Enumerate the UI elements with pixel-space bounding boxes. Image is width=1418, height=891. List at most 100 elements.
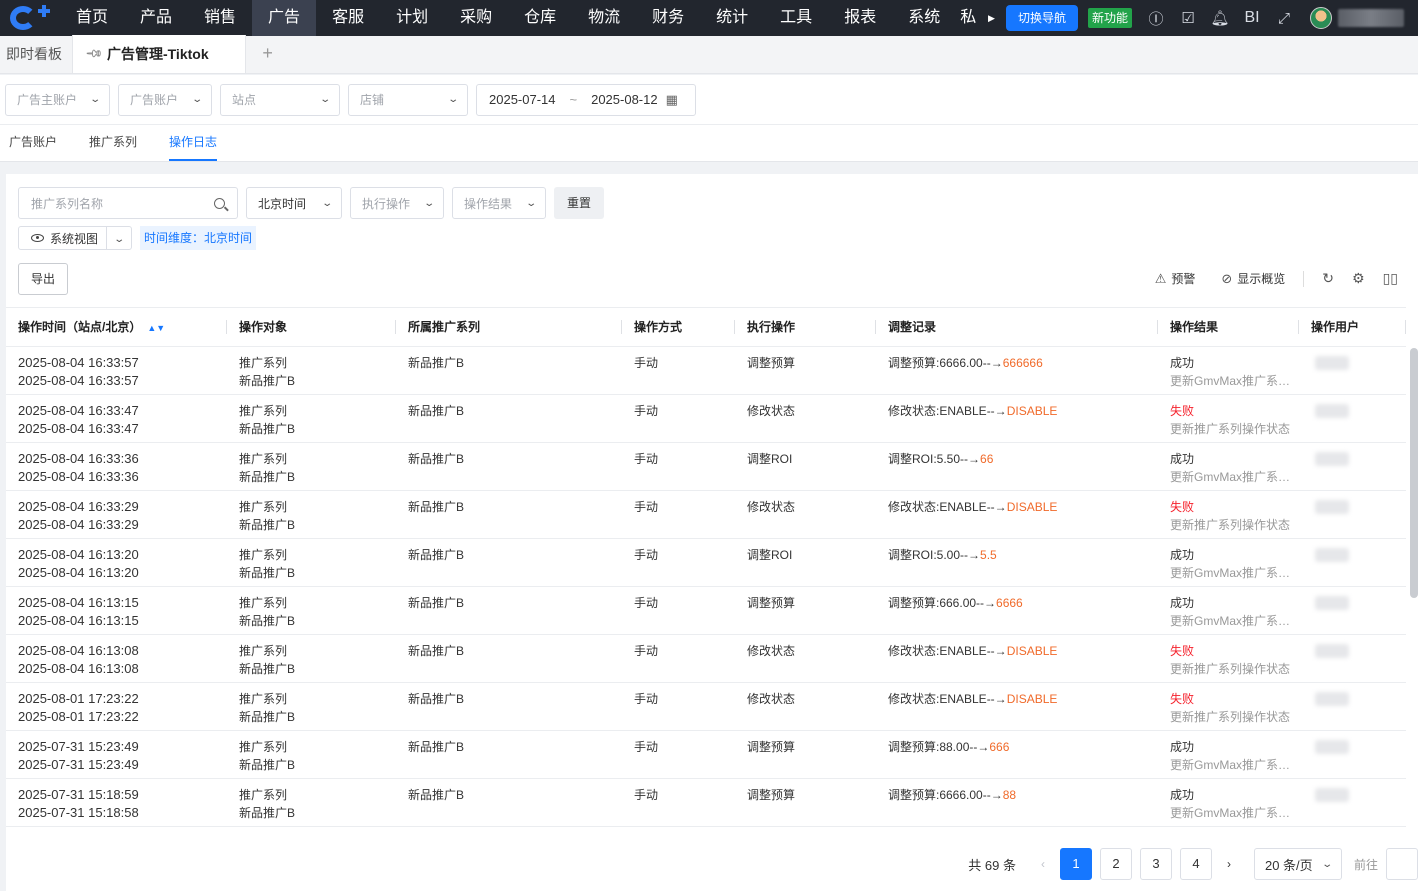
op-result-detail[interactable]: 更新GmvMax推广系列预算 xyxy=(1170,756,1299,774)
nav-item[interactable]: 物流 xyxy=(572,0,636,36)
ai-icon[interactable]: Ⓘ xyxy=(1140,0,1172,36)
date-range-picker[interactable]: 2025-07-14 ~ 2025-08-12 ▦ xyxy=(476,83,696,116)
tab-campaigns[interactable]: 推广系列 xyxy=(89,125,137,161)
vertical-scrollbar[interactable] xyxy=(1408,347,1418,827)
system-view-select[interactable]: 系统视图 ⌄ xyxy=(18,226,133,250)
new-value: 666 xyxy=(989,740,1010,754)
table-row[interactable]: 2025-08-04 16:13:08 2025-08-04 16:13:08 推广… xyxy=(6,635,1406,683)
table-row[interactable]: 2025-08-04 16:33:47 2025-08-04 16:33:47 推广… xyxy=(6,395,1406,443)
sort-icon[interactable]: ▲▼ xyxy=(147,323,165,333)
search-icon[interactable] xyxy=(214,197,225,209)
col-result[interactable]: 操作结果 xyxy=(1158,307,1299,347)
table-row[interactable]: 2025-07-31 15:23:49 2025-07-31 15:23:49 推广… xyxy=(6,731,1406,779)
refresh-icon[interactable]: ↻ xyxy=(1322,270,1334,287)
table-row[interactable]: 2025-08-04 16:33:29 2025-08-04 16:33:29 推广… xyxy=(6,491,1406,539)
table-row[interactable]: 2025-08-01 17:23:22 2025-08-01 17:23:22 推广… xyxy=(6,683,1406,731)
date-end[interactable]: 2025-08-12 xyxy=(591,92,658,107)
nav-item[interactable]: 财务 xyxy=(636,0,700,36)
prev-page-button[interactable]: ‹ xyxy=(1030,857,1056,871)
table-header: 操作时间（站点/北京） ▲▼ 操作对象 所属推广系列 操作方式 执行操作 调整记录… xyxy=(6,307,1406,347)
nav-item[interactable]: 计划 xyxy=(380,0,444,36)
nav-item[interactable]: 统计 xyxy=(700,0,764,36)
calendar-check-icon[interactable]: ☑ xyxy=(1172,0,1204,36)
nav-item[interactable]: 报表 xyxy=(828,0,892,36)
tab-operation-log[interactable]: 操作日志 xyxy=(169,125,218,161)
op-result-detail[interactable]: 更新推广系列操作状态 xyxy=(1170,420,1299,438)
app-logo[interactable] xyxy=(0,0,60,36)
page-button[interactable]: 1 xyxy=(1059,848,1092,880)
table-row[interactable]: 2025-07-31 15:18:59 2025-07-31 15:18:58 推广… xyxy=(6,779,1406,827)
tab-ad-management[interactable]: 📌︎ 广告管理-Tiktok xyxy=(72,35,246,73)
alarm-icon: ⚠︎ xyxy=(1154,270,1167,286)
table-row[interactable]: 2025-08-04 16:13:15 2025-08-04 16:13:15 推广… xyxy=(6,587,1406,635)
col-method[interactable]: 操作方式 xyxy=(622,307,735,347)
nav-item[interactable]: 广告 xyxy=(252,0,317,36)
store-select[interactable]: 店铺 ⌄ xyxy=(348,83,468,116)
table-row[interactable]: 2025-08-04 16:33:36 2025-08-04 16:33:36 推广… xyxy=(6,443,1406,491)
op-result-detail[interactable]: 更新GmvMax推广系列预算 xyxy=(1170,804,1299,822)
timezone-select[interactable]: 北京时间 ⌄ xyxy=(246,187,342,219)
nav-item[interactable]: 系统 xyxy=(892,0,956,36)
col-user[interactable]: 操作用户 xyxy=(1299,307,1406,347)
col-adjust-record[interactable]: 调整记录 xyxy=(876,307,1158,347)
fullscreen-icon[interactable]: ⤢ xyxy=(1268,0,1300,36)
add-tab-button[interactable]: + xyxy=(246,35,290,73)
page-button[interactable]: 3 xyxy=(1139,848,1172,880)
campaign-search-input[interactable]: 推广系列名称 xyxy=(18,187,238,219)
bell-icon[interactable]: 🔔︎ xyxy=(1204,0,1236,36)
nav-item[interactable]: 仓库 xyxy=(508,0,572,36)
table-row[interactable]: 2025-08-04 16:13:20 2025-08-04 16:13:20 推广… xyxy=(6,539,1406,587)
eye-off-icon: ⊘ xyxy=(1221,270,1233,286)
next-page-button[interactable]: › xyxy=(1216,857,1242,871)
op-result-detail[interactable]: 更新GmvMax推广系列预算 xyxy=(1170,612,1299,630)
op-result-detail[interactable]: 更新推广系列操作状态 xyxy=(1170,516,1299,534)
reset-button[interactable]: 重置 xyxy=(554,187,605,219)
nav-item[interactable]: 工具 xyxy=(764,0,828,36)
object-name: 新品推广B xyxy=(239,758,296,772)
col-op-time[interactable]: 操作时间（站点/北京） ▲▼ xyxy=(6,307,227,347)
nav-item[interactable]: 首页 xyxy=(60,0,124,36)
goto-page-input[interactable] xyxy=(1386,848,1418,880)
nav-item[interactable]: 客服 xyxy=(316,0,380,36)
op-result-select[interactable]: 操作结果 ⌄ xyxy=(452,187,546,219)
col-campaign[interactable]: 所属推广系列 xyxy=(396,307,622,347)
switch-nav-button[interactable]: 切换导航 xyxy=(1005,5,1078,31)
ad-account-select[interactable]: 广告账户 ⌄ xyxy=(118,83,212,116)
op-method: 手动 xyxy=(634,788,659,802)
page-size-select[interactable]: 20 条/页 ⌄ xyxy=(1253,848,1342,880)
col-op-object[interactable]: 操作对象 xyxy=(227,307,396,347)
alert-button[interactable]: ⚠︎ 预警 xyxy=(1155,270,1196,287)
nav-item[interactable]: 采购 xyxy=(444,0,508,36)
scrollbar-thumb[interactable] xyxy=(1410,348,1418,598)
show-overview-button[interactable]: ⊘ 显示概览 xyxy=(1221,270,1285,287)
avatar[interactable] xyxy=(1310,7,1332,29)
op-result-detail[interactable]: 更新推广系列操作状态 xyxy=(1170,708,1299,726)
op-result-detail[interactable]: 更新GmvMax推广系列预算 xyxy=(1170,372,1299,390)
settings-icon[interactable]: ⚙︎ xyxy=(1352,270,1365,287)
advertiser-select[interactable]: 广告主账户 ⌄ xyxy=(5,83,110,116)
page-button[interactable]: 2 xyxy=(1099,848,1132,880)
exec-op-select[interactable]: 执行操作 ⌄ xyxy=(350,187,444,219)
op-result-detail[interactable]: 更新GmvMax推广系列ROI xyxy=(1170,468,1299,486)
op-result-detail[interactable]: 更新推广系列操作状态 xyxy=(1170,660,1299,678)
nav-item[interactable]: 私 xyxy=(956,0,980,36)
nav-scroll-right-icon[interactable]: ▶ xyxy=(988,13,995,24)
adjust-record: 调整预算:666.00--→ xyxy=(888,596,997,610)
table-row[interactable]: 2025-08-04 16:33:57 2025-08-04 16:33:57 推广… xyxy=(6,347,1406,395)
op-result-detail[interactable]: 更新GmvMax推广系列ROI xyxy=(1170,564,1299,582)
adjust-record: 修改状态:ENABLE--→ xyxy=(888,692,1007,706)
book-icon[interactable]: ▯▯ xyxy=(1383,270,1398,287)
bi-link[interactable]: BI xyxy=(1236,0,1268,36)
nav-item[interactable]: 产品 xyxy=(124,0,188,36)
user-name-redacted[interactable] xyxy=(1338,9,1404,27)
date-start[interactable]: 2025-07-14 xyxy=(489,92,556,107)
page-button[interactable]: 4 xyxy=(1179,848,1212,880)
export-button[interactable]: 导出 xyxy=(18,263,68,295)
tab-ad-accounts[interactable]: 广告账户 xyxy=(9,125,57,161)
nav-item[interactable]: 销售 xyxy=(188,0,252,36)
op-result: 成功 xyxy=(1170,452,1195,466)
new-feature-badge[interactable]: 新功能 xyxy=(1087,8,1132,28)
tab-dashboard[interactable]: 即时看板 xyxy=(0,35,72,73)
col-exec-op[interactable]: 执行操作 xyxy=(735,307,876,347)
site-select[interactable]: 站点 ⌄ xyxy=(220,83,340,116)
